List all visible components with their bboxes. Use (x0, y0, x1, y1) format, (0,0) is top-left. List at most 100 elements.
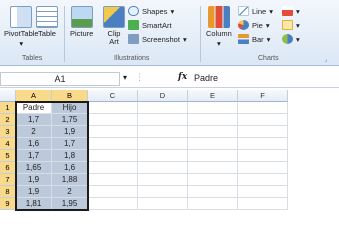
cell-e8[interactable] (188, 186, 238, 198)
cell-f5[interactable] (238, 150, 288, 162)
cell-b7[interactable]: 1,88 (52, 174, 88, 186)
column-header-f[interactable]: F (238, 90, 288, 102)
cell-c9[interactable] (88, 198, 138, 210)
cell-f3[interactable] (238, 126, 288, 138)
row-header-6[interactable]: 6 (0, 162, 16, 174)
cell-a7[interactable]: 1,9 (16, 174, 52, 186)
cell-a8[interactable]: 1,9 (16, 186, 52, 198)
line-chart-button[interactable]: Line ▾ (238, 6, 273, 16)
cell-d3[interactable] (138, 126, 188, 138)
cell-d1[interactable] (138, 102, 188, 114)
scatter-chart-button[interactable]: ▾ (282, 20, 300, 30)
tables-group-label: Tables (22, 55, 43, 62)
cell-a9[interactable]: 1,81 (16, 198, 52, 210)
formula-content[interactable]: Padre (194, 73, 218, 83)
cell-d4[interactable] (138, 138, 188, 150)
cell-a4[interactable]: 1,6 (16, 138, 52, 150)
cell-d2[interactable] (138, 114, 188, 126)
cell-f4[interactable] (238, 138, 288, 150)
column-header-e[interactable]: E (188, 90, 238, 102)
area-chart-icon (282, 6, 293, 16)
cell-f7[interactable] (238, 174, 288, 186)
cell-b9[interactable]: 1,95 (52, 198, 88, 210)
column-header-d[interactable]: D (138, 90, 188, 102)
column-header-b[interactable]: B (52, 90, 88, 102)
cell-b4[interactable]: 1,7 (52, 138, 88, 150)
column-chart-button[interactable]: Column ▾ (206, 6, 232, 48)
cell-f1[interactable] (238, 102, 288, 114)
row-header-7[interactable]: 7 (0, 174, 16, 186)
cell-e9[interactable] (188, 198, 238, 210)
row-header-9[interactable]: 9 (0, 198, 16, 210)
cell-f6[interactable] (238, 162, 288, 174)
screenshot-icon (128, 34, 139, 44)
cell-f2[interactable] (238, 114, 288, 126)
charts-group-label: Charts (258, 55, 279, 62)
dropdown-arrow-icon: ▾ (269, 6, 273, 16)
cell-e2[interactable] (188, 114, 238, 126)
cell-c3[interactable] (88, 126, 138, 138)
cell-b1[interactable]: Hijo (52, 102, 88, 114)
bar-chart-button[interactable]: Bar ▾ (238, 34, 270, 44)
dropdown-arrow-icon: ▾ (19, 39, 24, 48)
cell-e4[interactable] (188, 138, 238, 150)
cell-a2[interactable]: 1,7 (16, 114, 52, 126)
cell-a3[interactable]: 2 (16, 126, 52, 138)
cell-e3[interactable] (188, 126, 238, 138)
dropdown-arrow-icon[interactable]: ▾ (123, 73, 127, 82)
cell-c1[interactable] (88, 102, 138, 114)
other-charts-button[interactable]: ▾ (282, 34, 300, 44)
cell-d7[interactable] (138, 174, 188, 186)
cell-e6[interactable] (188, 162, 238, 174)
screenshot-button[interactable]: Screenshot ▾ (128, 34, 187, 44)
dialog-launcher-icon[interactable]: ⌟ (324, 54, 328, 63)
cell-b6[interactable]: 1,6 (52, 162, 88, 174)
illustrations-group-label: Illustrations (114, 55, 150, 62)
row-header-3[interactable]: 3 (0, 126, 16, 138)
select-all-corner[interactable] (0, 90, 16, 102)
group-separator (200, 6, 201, 62)
cell-e5[interactable] (188, 150, 238, 162)
column-header-c[interactable]: C (88, 90, 138, 102)
shapes-icon (128, 6, 139, 16)
shapes-button[interactable]: Shapes ▾ (128, 6, 174, 16)
cell-b3[interactable]: 1,9 (52, 126, 88, 138)
pivottable-button[interactable]: PivotTable ▾ (4, 6, 39, 48)
table-button[interactable]: Table (36, 6, 58, 38)
cell-c5[interactable] (88, 150, 138, 162)
cell-c2[interactable] (88, 114, 138, 126)
smartart-button[interactable]: SmartArt (128, 20, 172, 30)
cell-b8[interactable]: 2 (52, 186, 88, 198)
insert-function-button[interactable]: fx (178, 72, 187, 82)
area-chart-button[interactable]: ▾ (282, 6, 300, 16)
pie-chart-button[interactable]: Pie ▾ (238, 20, 270, 30)
cell-c7[interactable] (88, 174, 138, 186)
cell-c4[interactable] (88, 138, 138, 150)
cell-d9[interactable] (138, 198, 188, 210)
cell-a5[interactable]: 1,7 (16, 150, 52, 162)
row-header-5[interactable]: 5 (0, 150, 16, 162)
picture-button[interactable]: Picture (70, 6, 93, 38)
cell-c6[interactable] (88, 162, 138, 174)
cell-f9[interactable] (238, 198, 288, 210)
cell-e7[interactable] (188, 174, 238, 186)
cell-a1[interactable]: Padre (16, 102, 52, 114)
group-separator (64, 6, 65, 62)
cell-d5[interactable] (138, 150, 188, 162)
cell-c8[interactable] (88, 186, 138, 198)
row-header-8[interactable]: 8 (0, 186, 16, 198)
dropdown-arrow-icon: ▾ (265, 20, 270, 30)
cell-e1[interactable] (188, 102, 238, 114)
row-header-1[interactable]: 1 (0, 102, 16, 114)
cell-d8[interactable] (138, 186, 188, 198)
column-header-a[interactable]: A (16, 90, 52, 102)
row-header-2[interactable]: 2 (0, 114, 16, 126)
cell-b5[interactable]: 1,8 (52, 150, 88, 162)
clipart-button[interactable]: Clip Art (103, 6, 125, 46)
cell-b2[interactable]: 1,75 (52, 114, 88, 126)
row-header-4[interactable]: 4 (0, 138, 16, 150)
name-box[interactable]: A1 (0, 72, 120, 86)
cell-d6[interactable] (138, 162, 188, 174)
cell-a6[interactable]: 1,65 (16, 162, 52, 174)
cell-f8[interactable] (238, 186, 288, 198)
